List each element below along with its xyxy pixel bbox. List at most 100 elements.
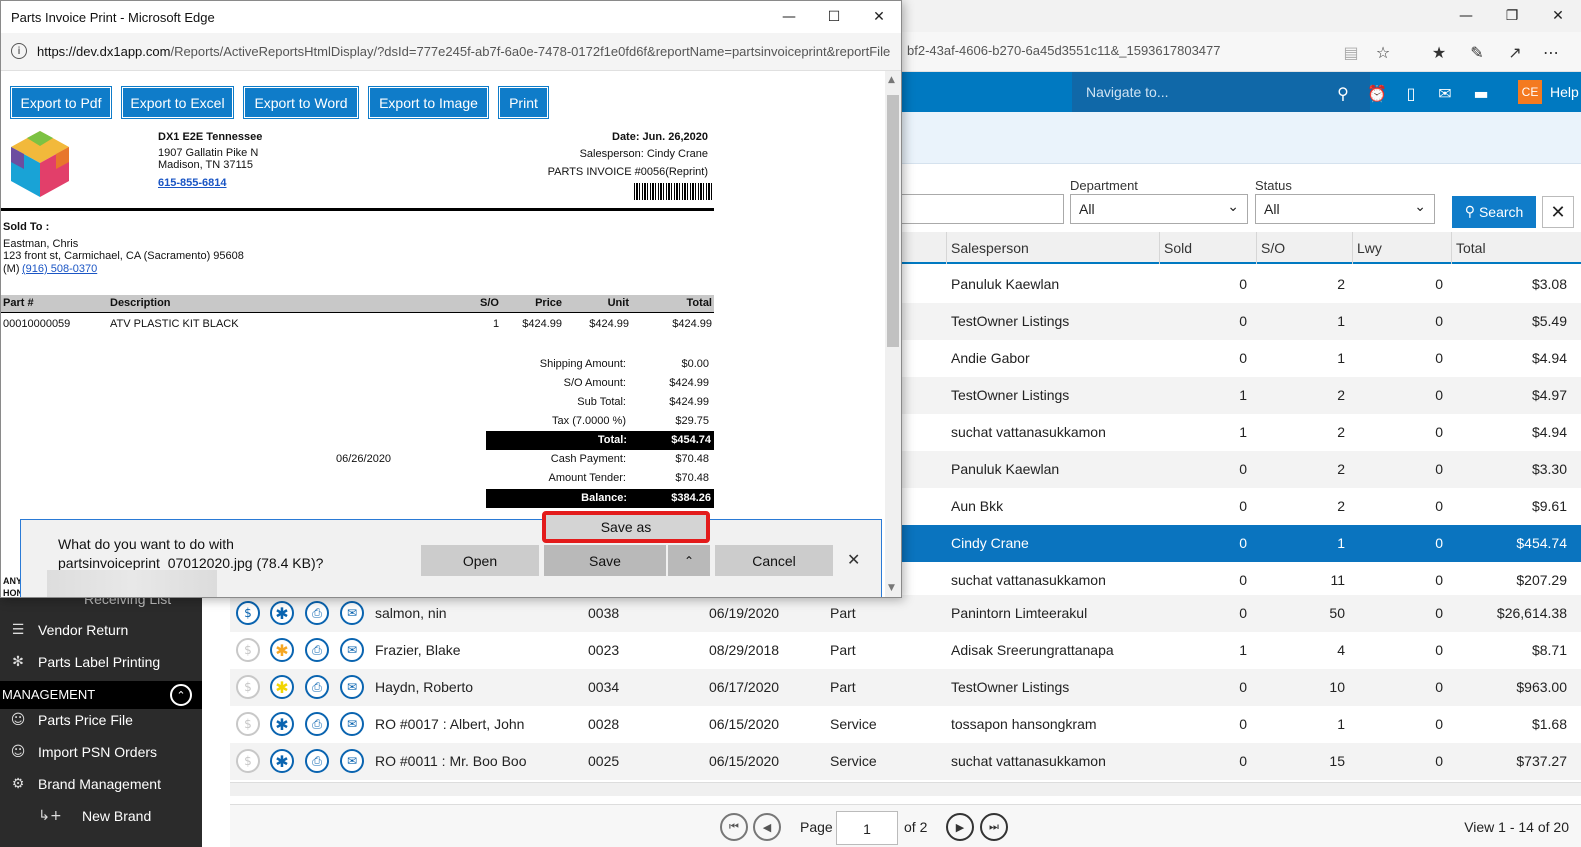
- navigate-box[interactable]: Navigate to...: [1072, 72, 1370, 112]
- more-icon[interactable]: ⋯: [1540, 41, 1562, 63]
- sidebar-item-vendor-return[interactable]: ☰ Vendor Return: [0, 614, 202, 646]
- chevron-up-icon[interactable]: ⌃: [170, 684, 192, 706]
- save-button[interactable]: Save: [544, 545, 666, 576]
- pager: ⏮ ◀ Page 1 of 2 ▶ ⏭ View 1 - 14 of 20: [230, 804, 1581, 847]
- pen-icon[interactable]: ✎: [1466, 41, 1488, 63]
- dollar-icon[interactable]: $: [236, 601, 260, 625]
- sidebar-item-brand-management[interactable]: ⚙ Brand Management: [0, 768, 202, 800]
- print-icon[interactable]: ⎙: [305, 675, 329, 699]
- header-so[interactable]: S/O: [1261, 240, 1285, 256]
- print-icon[interactable]: ⎙: [305, 638, 329, 662]
- minimize-button[interactable]: —: [1443, 0, 1489, 32]
- save-as-menu-item[interactable]: Save as: [542, 511, 710, 543]
- email-icon[interactable]: ✉: [340, 749, 364, 773]
- table-row[interactable]: $ ✱ ⎙ ✉ Haydn, Roberto 0034 06/17/2020 P…: [230, 669, 1581, 706]
- cell-so: 2: [1337, 498, 1345, 514]
- header-salesperson[interactable]: Salesperson: [951, 240, 1029, 256]
- table-row[interactable]: $ ✱ ⎙ ✉ Frazier, Blake 0023 08/29/2018 P…: [230, 632, 1581, 669]
- email-icon[interactable]: ✉: [340, 638, 364, 662]
- search-button[interactable]: ⚲ Search: [1452, 196, 1536, 228]
- header-sold[interactable]: Sold: [1164, 240, 1192, 256]
- asterisk-icon[interactable]: ✱: [270, 712, 294, 736]
- user-avatar[interactable]: CE: [1518, 80, 1542, 104]
- page-number-input[interactable]: 1: [836, 811, 898, 845]
- print-icon[interactable]: ⎙: [305, 712, 329, 736]
- search-icon[interactable]: ⚲: [1332, 82, 1354, 104]
- close-window-button[interactable]: ✕: [1535, 0, 1581, 32]
- export-image-button[interactable]: Export to Image: [368, 86, 489, 119]
- dollar-icon[interactable]: $: [236, 749, 260, 773]
- popup-address-bar[interactable]: i https://dev.dx1app.com/Reports/ActiveR…: [1, 33, 901, 71]
- clear-filter-button[interactable]: ✕: [1542, 196, 1574, 228]
- scroll-down-icon[interactable]: ▼: [888, 583, 895, 593]
- dollar-icon[interactable]: $: [236, 712, 260, 736]
- popup-maximize-button[interactable]: ☐: [811, 1, 857, 33]
- save-options-caret-button[interactable]: ⌃: [668, 545, 710, 576]
- print-icon[interactable]: ⎙: [305, 749, 329, 773]
- print-button[interactable]: Print: [498, 86, 549, 119]
- sidebar-item-parts-price-file[interactable]: ☺ Parts Price File: [0, 704, 202, 736]
- customer-phone-link[interactable]: (916) 508-0370: [22, 263, 97, 275]
- alarm-clock-icon[interactable]: ⏰: [1366, 82, 1388, 104]
- asterisk-icon[interactable]: ✱: [270, 749, 294, 773]
- asterisk-icon[interactable]: ✱: [270, 601, 294, 625]
- mail-icon[interactable]: ✉: [1434, 82, 1456, 104]
- export-excel-button[interactable]: Export to Excel: [121, 86, 234, 119]
- dollar-icon[interactable]: $: [236, 638, 260, 662]
- department-select[interactable]: All ⌄: [1070, 194, 1248, 224]
- horizontal-scrollbar[interactable]: [230, 782, 1581, 796]
- export-word-button[interactable]: Export to Word: [243, 86, 359, 119]
- prev-page-button[interactable]: ◀: [753, 813, 781, 841]
- restore-button[interactable]: ❐: [1489, 0, 1535, 32]
- print-icon[interactable]: ⎙: [305, 601, 329, 625]
- table-row[interactable]: $ ✱ ⎙ ✉ RO #0011 : Mr. Boo Boo 0025 06/1…: [230, 743, 1581, 780]
- popup-close-button[interactable]: ✕: [856, 1, 901, 33]
- sidebar-item-new-brand[interactable]: ↳+ New Brand: [0, 800, 202, 832]
- popup-vertical-scrollbar[interactable]: ▲ ▼: [885, 71, 901, 597]
- department-label: Department: [1070, 178, 1138, 193]
- mobile-icon[interactable]: ▯: [1400, 82, 1422, 104]
- favorite-star-icon[interactable]: ☆: [1372, 41, 1394, 63]
- email-icon[interactable]: ✉: [340, 675, 364, 699]
- table-row[interactable]: $ ✱ ⎙ ✉ salmon, nin 0038 06/19/2020 Part…: [230, 595, 1581, 632]
- bg-url-text[interactable]: bf2-43af-4606-b270-6a45d3551c11&_1593617…: [907, 43, 1221, 58]
- company-phone-link[interactable]: 615-855-6814: [158, 177, 227, 189]
- scroll-thumb[interactable]: [887, 95, 899, 347]
- last-page-button[interactable]: ⏭: [980, 813, 1008, 841]
- popup-url[interactable]: https://dev.dx1app.com/Reports/ActiveRep…: [37, 44, 899, 59]
- first-page-button[interactable]: ⏮: [720, 813, 748, 841]
- sidebar-item-parts-label-printing[interactable]: ✻ Parts Label Printing: [0, 646, 202, 678]
- asterisk-icon[interactable]: ✱: [270, 638, 294, 662]
- reading-view-icon[interactable]: ▤: [1340, 41, 1362, 63]
- status-select[interactable]: All ⌄: [1255, 194, 1435, 224]
- chat-icon[interactable]: ▬: [1470, 82, 1492, 104]
- table-row[interactable]: $ ✱ ⎙ ✉ RO #0017 : Albert, John 0028 06/…: [230, 706, 1581, 743]
- export-pdf-button[interactable]: Export to Pdf: [10, 86, 112, 119]
- asterisk-icon[interactable]: ✱: [270, 675, 294, 699]
- popup-title: Parts Invoice Print - Microsoft Edge: [11, 10, 215, 25]
- balance-label: Balance:: [581, 492, 627, 504]
- email-icon[interactable]: ✉: [340, 712, 364, 736]
- sidebar-item-import-psn-orders[interactable]: ☺ Import PSN Orders: [0, 736, 202, 768]
- company-address-2: Madison, TN 37115: [158, 159, 253, 171]
- info-icon[interactable]: i: [11, 43, 27, 59]
- header-total[interactable]: Total: [1456, 240, 1486, 256]
- cell-lwy: 0: [1435, 572, 1443, 588]
- email-icon[interactable]: ✉: [340, 601, 364, 625]
- share-icon[interactable]: ↗: [1504, 41, 1526, 63]
- dollar-icon[interactable]: $: [236, 675, 260, 699]
- header-lwy[interactable]: Lwy: [1357, 240, 1382, 256]
- cell-total: $207.29: [1516, 572, 1567, 588]
- scroll-up-icon[interactable]: ▲: [888, 75, 895, 85]
- next-page-button[interactable]: ▶: [946, 813, 974, 841]
- navigate-input[interactable]: Navigate to...: [1086, 84, 1169, 100]
- open-button[interactable]: Open: [421, 545, 539, 576]
- cell-total: $4.94: [1531, 424, 1567, 440]
- help-link[interactable]: Help: [1550, 84, 1579, 100]
- close-icon[interactable]: ✕: [847, 550, 860, 569]
- divider: [1, 208, 714, 211]
- favorites-hub-icon[interactable]: ★: [1428, 41, 1450, 63]
- page-label: Page: [800, 819, 833, 835]
- cancel-button[interactable]: Cancel: [715, 545, 833, 576]
- popup-minimize-button[interactable]: —: [766, 1, 812, 33]
